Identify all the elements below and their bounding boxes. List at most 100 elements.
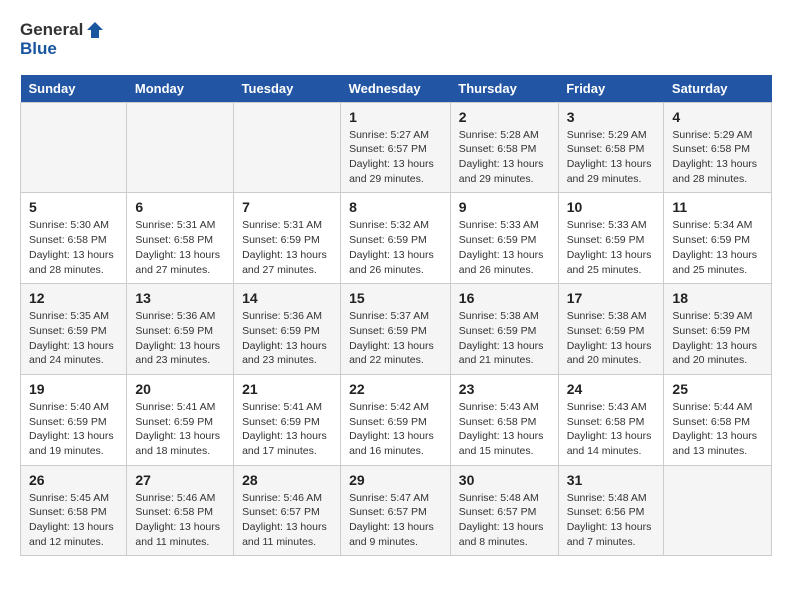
calendar-week-4: 19 Sunrise: 5:40 AMSunset: 6:59 PMDayligh… [21,374,772,465]
day-number: 24 [567,381,656,397]
day-info: Sunrise: 5:38 AMSunset: 6:59 PMDaylight:… [567,309,656,368]
day-number: 23 [459,381,550,397]
day-header-saturday: Saturday [664,75,772,103]
day-info: Sunrise: 5:39 AMSunset: 6:59 PMDaylight:… [672,309,763,368]
day-info: Sunrise: 5:36 AMSunset: 6:59 PMDaylight:… [135,309,225,368]
calendar-cell: 30Sunrise: 5:48 AMSunset: 6:57 PMDayligh… [450,465,558,556]
day-number: 13 [135,290,225,306]
day-number: 27 [135,472,225,488]
day-number: 19 [29,381,118,397]
day-number: 11 [672,199,763,215]
calendar-cell: 26 Sunrise: 5:45 AMSunset: 6:58 PMDayligh… [21,465,127,556]
day-header-sunday: Sunday [21,75,127,103]
day-number: 16 [459,290,550,306]
day-number: 15 [349,290,442,306]
day-number: 26 [29,472,118,488]
day-info: Sunrise: 5:43 AMSunset: 6:58 PMDaylight:… [459,400,550,459]
day-number: 4 [672,109,763,125]
calendar-week-2: 5 Sunrise: 5:30 AMSunset: 6:58 PMDaylight… [21,193,772,284]
day-info: Sunrise: 5:41 AMSunset: 6:59 PMDaylight:… [135,400,225,459]
calendar-cell: 16 Sunrise: 5:38 AMSunset: 6:59 PMDayligh… [450,284,558,375]
day-header-friday: Friday [558,75,664,103]
day-number: 30 [459,472,550,488]
day-info: Sunrise: 5:29 AMSunset: 6:58 PMDaylight:… [672,128,763,187]
day-number: 25 [672,381,763,397]
calendar-cell: 25 Sunrise: 5:44 AMSunset: 6:58 PMDayligh… [664,374,772,465]
calendar-cell: 27 Sunrise: 5:46 AMSunset: 6:58 PMDayligh… [127,465,234,556]
day-info: Sunrise: 5:46 AMSunset: 6:58 PMDaylight:… [135,491,225,550]
day-header-monday: Monday [127,75,234,103]
day-number: 6 [135,199,225,215]
calendar-cell: 1 Sunrise: 5:27 AMSunset: 6:57 PMDaylight… [341,102,451,193]
day-info: Sunrise: 5:41 AMSunset: 6:59 PMDaylight:… [242,400,332,459]
calendar-week-3: 12 Sunrise: 5:35 AMSunset: 6:59 PMDayligh… [21,284,772,375]
calendar-week-1: 1 Sunrise: 5:27 AMSunset: 6:57 PMDaylight… [21,102,772,193]
day-info: Sunrise: 5:32 AMSunset: 6:59 PMDaylight:… [349,218,442,277]
day-number: 1 [349,109,442,125]
calendar-cell: 19 Sunrise: 5:40 AMSunset: 6:59 PMDayligh… [21,374,127,465]
page-header: General Blue [20,20,772,59]
day-number: 5 [29,199,118,215]
calendar-cell: 29 Sunrise: 5:47 AMSunset: 6:57 PMDayligh… [341,465,451,556]
logo: General Blue [20,20,105,59]
day-number: 22 [349,381,442,397]
day-info: Sunrise: 5:28 AMSunset: 6:58 PMDaylight:… [459,128,550,187]
calendar-cell: 2Sunrise: 5:28 AMSunset: 6:58 PMDaylight… [450,102,558,193]
day-info: Sunrise: 5:38 AMSunset: 6:59 PMDaylight:… [459,309,550,368]
day-info: Sunrise: 5:31 AMSunset: 6:59 PMDaylight:… [242,218,332,277]
day-info: Sunrise: 5:35 AMSunset: 6:59 PMDaylight:… [29,309,118,368]
calendar-cell [127,102,234,193]
day-number: 12 [29,290,118,306]
day-info: Sunrise: 5:31 AMSunset: 6:58 PMDaylight:… [135,218,225,277]
day-info: Sunrise: 5:42 AMSunset: 6:59 PMDaylight:… [349,400,442,459]
day-number: 29 [349,472,442,488]
calendar-header-row: SundayMondayTuesdayWednesdayThursdayFrid… [21,75,772,103]
calendar-cell: 15 Sunrise: 5:37 AMSunset: 6:59 PMDayligh… [341,284,451,375]
calendar-cell: 13 Sunrise: 5:36 AMSunset: 6:59 PMDayligh… [127,284,234,375]
day-number: 14 [242,290,332,306]
calendar-cell: 7 Sunrise: 5:31 AMSunset: 6:59 PMDaylight… [234,193,341,284]
day-number: 9 [459,199,550,215]
day-number: 7 [242,199,332,215]
day-info: Sunrise: 5:43 AMSunset: 6:58 PMDaylight:… [567,400,656,459]
day-info: Sunrise: 5:48 AMSunset: 6:56 PMDaylight:… [567,491,656,550]
calendar-cell [21,102,127,193]
day-info: Sunrise: 5:29 AMSunset: 6:58 PMDaylight:… [567,128,656,187]
calendar-cell: 5 Sunrise: 5:30 AMSunset: 6:58 PMDaylight… [21,193,127,284]
day-number: 17 [567,290,656,306]
calendar-cell: 8Sunrise: 5:32 AMSunset: 6:59 PMDaylight… [341,193,451,284]
calendar-cell [664,465,772,556]
day-info: Sunrise: 5:37 AMSunset: 6:59 PMDaylight:… [349,309,442,368]
calendar-cell: 4 Sunrise: 5:29 AMSunset: 6:58 PMDaylight… [664,102,772,193]
day-header-wednesday: Wednesday [341,75,451,103]
day-info: Sunrise: 5:30 AMSunset: 6:58 PMDaylight:… [29,218,118,277]
day-info: Sunrise: 5:40 AMSunset: 6:59 PMDaylight:… [29,400,118,459]
day-number: 28 [242,472,332,488]
day-number: 20 [135,381,225,397]
day-number: 10 [567,199,656,215]
day-number: 21 [242,381,332,397]
calendar-cell: 18 Sunrise: 5:39 AMSunset: 6:59 PMDayligh… [664,284,772,375]
calendar-cell: 28Sunrise: 5:46 AMSunset: 6:57 PMDayligh… [234,465,341,556]
calendar-cell [234,102,341,193]
day-info: Sunrise: 5:44 AMSunset: 6:58 PMDaylight:… [672,400,763,459]
day-header-thursday: Thursday [450,75,558,103]
calendar-cell: 17 Sunrise: 5:38 AMSunset: 6:59 PMDayligh… [558,284,664,375]
day-info: Sunrise: 5:27 AMSunset: 6:57 PMDaylight:… [349,128,442,187]
day-info: Sunrise: 5:33 AMSunset: 6:59 PMDaylight:… [459,218,550,277]
calendar-cell: 6 Sunrise: 5:31 AMSunset: 6:58 PMDaylight… [127,193,234,284]
day-number: 31 [567,472,656,488]
day-number: 3 [567,109,656,125]
calendar-cell: 20 Sunrise: 5:41 AMSunset: 6:59 PMDayligh… [127,374,234,465]
calendar-cell: 11Sunrise: 5:34 AMSunset: 6:59 PMDayligh… [664,193,772,284]
calendar-cell: 3 Sunrise: 5:29 AMSunset: 6:58 PMDaylight… [558,102,664,193]
day-number: 18 [672,290,763,306]
logo-blue: Blue [20,39,57,58]
day-info: Sunrise: 5:36 AMSunset: 6:59 PMDaylight:… [242,309,332,368]
logo-arrow-icon [85,20,105,40]
day-info: Sunrise: 5:47 AMSunset: 6:57 PMDaylight:… [349,491,442,550]
calendar-cell: 14 Sunrise: 5:36 AMSunset: 6:59 PMDayligh… [234,284,341,375]
day-info: Sunrise: 5:45 AMSunset: 6:58 PMDaylight:… [29,491,118,550]
calendar-cell: 23 Sunrise: 5:43 AMSunset: 6:58 PMDayligh… [450,374,558,465]
calendar-table: SundayMondayTuesdayWednesdayThursdayFrid… [20,75,772,557]
